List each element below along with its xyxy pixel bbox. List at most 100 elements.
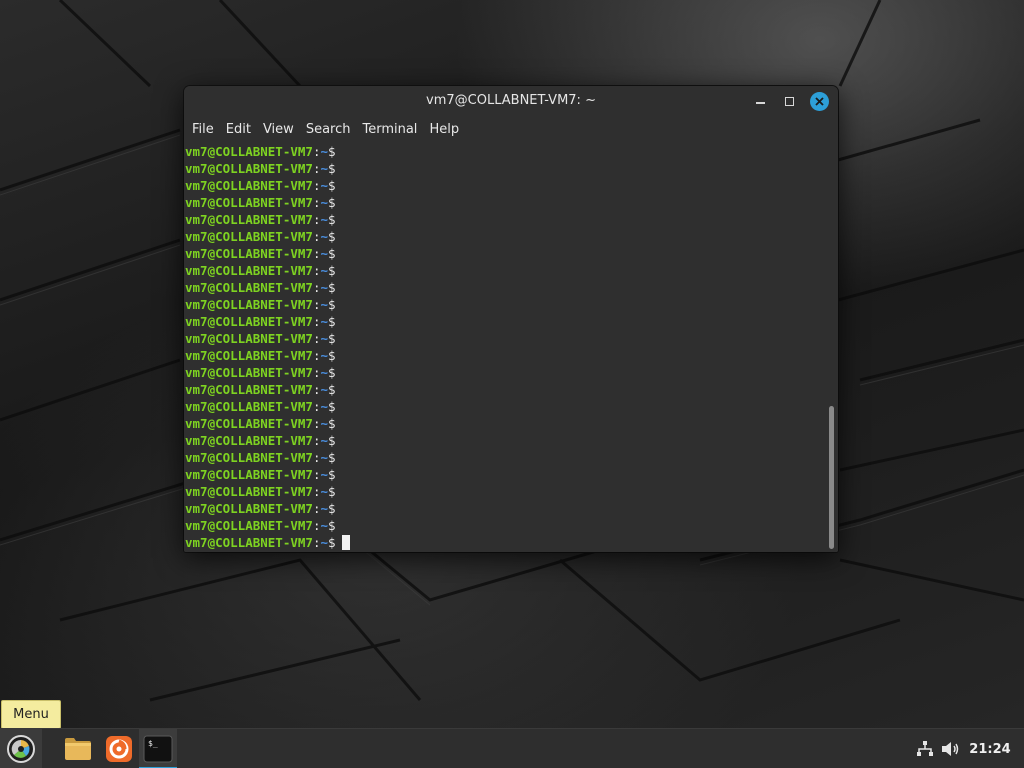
- menu-search[interactable]: Search: [300, 122, 357, 137]
- prompt-symbol: $: [328, 416, 336, 431]
- minimize-icon: [755, 102, 765, 104]
- terminal-line: vm7@COLLABNET-VM7:~$: [185, 296, 350, 313]
- prompt-symbol: $: [328, 178, 336, 193]
- prompt-symbol: $: [328, 399, 336, 414]
- terminal-line: vm7@COLLABNET-VM7:~$: [185, 483, 350, 500]
- terminal-line: vm7@COLLABNET-VM7:~$: [185, 143, 350, 160]
- prompt-user-host: vm7@COLLABNET-VM7: [185, 433, 313, 448]
- prompt-user-host: vm7@COLLABNET-VM7: [185, 365, 313, 380]
- terminal-output[interactable]: vm7@COLLABNET-VM7:~$ vm7@COLLABNET-VM7:~$…: [184, 142, 838, 552]
- window-titlebar[interactable]: vm7@COLLABNET-VM7: ~: [184, 86, 838, 116]
- terminal-window[interactable]: vm7@COLLABNET-VM7: ~ File Edit View Sear…: [184, 86, 838, 552]
- terminal-line: vm7@COLLABNET-VM7:~$: [185, 364, 350, 381]
- menu-help[interactable]: Help: [423, 122, 465, 137]
- prompt-path: ~: [320, 297, 328, 312]
- files-launcher[interactable]: [58, 729, 98, 768]
- terminal-scrollbar[interactable]: [829, 144, 835, 550]
- prompt-symbol: $: [328, 501, 336, 516]
- terminal-line: vm7@COLLABNET-VM7:~$: [185, 381, 350, 398]
- terminal-line: vm7@COLLABNET-VM7:~$: [185, 228, 350, 245]
- prompt-user-host: vm7@COLLABNET-VM7: [185, 229, 313, 244]
- prompt-user-host: vm7@COLLABNET-VM7: [185, 212, 313, 227]
- prompt-user-host: vm7@COLLABNET-VM7: [185, 501, 313, 516]
- terminal-line: vm7@COLLABNET-VM7:~$: [185, 211, 350, 228]
- prompt-symbol: $: [328, 467, 336, 482]
- terminal-line: vm7@COLLABNET-VM7:~$: [185, 177, 350, 194]
- scrollbar-thumb[interactable]: [829, 406, 834, 549]
- volume-tray[interactable]: [941, 729, 961, 768]
- terminal-line: vm7@COLLABNET-VM7:~$: [185, 160, 350, 177]
- taskbar: $_ 21:24: [0, 728, 1024, 768]
- terminal-line: vm7@COLLABNET-VM7:~$: [185, 194, 350, 211]
- terminal-line: vm7@COLLABNET-VM7:~$: [185, 466, 350, 483]
- volume-icon: [942, 742, 959, 756]
- prompt-symbol: $: [328, 144, 336, 159]
- prompt-path: ~: [320, 382, 328, 397]
- prompt-path: ~: [320, 501, 328, 516]
- prompt-user-host: vm7@COLLABNET-VM7: [185, 178, 313, 193]
- menu-edit[interactable]: Edit: [220, 122, 257, 137]
- maximize-icon: [784, 96, 794, 106]
- prompt-path: ~: [320, 161, 328, 176]
- terminal-line: vm7@COLLABNET-VM7:~$: [185, 449, 350, 466]
- terminal-line: vm7@COLLABNET-VM7:~$: [185, 517, 350, 534]
- prompt-user-host: vm7@COLLABNET-VM7: [185, 450, 313, 465]
- prompt-symbol: $: [328, 297, 336, 312]
- prompt-path: ~: [320, 263, 328, 278]
- prompt-path: ~: [320, 518, 328, 533]
- prompt-symbol: $: [328, 314, 336, 329]
- menu-view[interactable]: View: [257, 122, 300, 137]
- window-title: vm7@COLLABNET-VM7: ~: [426, 93, 596, 108]
- prompt-user-host: vm7@COLLABNET-VM7: [185, 144, 313, 159]
- prompt-user-host: vm7@COLLABNET-VM7: [185, 348, 313, 363]
- prompt-path: ~: [320, 212, 328, 227]
- terminal-line: vm7@COLLABNET-VM7:~$: [185, 398, 350, 415]
- svg-text:$_: $_: [148, 739, 158, 748]
- prompt-path: ~: [320, 195, 328, 210]
- prompt-path: ~: [320, 229, 328, 244]
- menu-file[interactable]: File: [186, 122, 220, 137]
- prompt-user-host: vm7@COLLABNET-VM7: [185, 314, 313, 329]
- menubar: File Edit View Search Terminal Help: [184, 116, 838, 142]
- terminal-line: vm7@COLLABNET-VM7:~$: [185, 534, 350, 551]
- prompt-symbol: $: [328, 161, 336, 176]
- prompt-symbol: $: [328, 484, 336, 499]
- terminal-line: vm7@COLLABNET-VM7:~$: [185, 245, 350, 262]
- terminal-line: vm7@COLLABNET-VM7:~$: [185, 279, 350, 296]
- prompt-path: ~: [320, 314, 328, 329]
- prompt-symbol: $: [328, 365, 336, 380]
- prompt-user-host: vm7@COLLABNET-VM7: [185, 161, 313, 176]
- network-tray[interactable]: [916, 729, 934, 768]
- close-icon: [809, 91, 829, 111]
- prompt-path: ~: [320, 416, 328, 431]
- prompt-user-host: vm7@COLLABNET-VM7: [185, 195, 313, 210]
- terminal-line: vm7@COLLABNET-VM7:~$: [185, 415, 350, 432]
- terminal-icon: $_: [143, 735, 173, 763]
- terminal-launcher[interactable]: $_: [139, 729, 177, 768]
- terminal-line: vm7@COLLABNET-VM7:~$: [185, 347, 350, 364]
- minimize-button[interactable]: [750, 91, 770, 111]
- terminal-line: vm7@COLLABNET-VM7:~$: [185, 432, 350, 449]
- prompt-symbol: $: [328, 348, 336, 363]
- menu-terminal[interactable]: Terminal: [356, 122, 423, 137]
- files-folder-icon: [65, 738, 91, 760]
- prompt-path: ~: [320, 450, 328, 465]
- prompt-user-host: vm7@COLLABNET-VM7: [185, 263, 313, 278]
- prompt-path: ~: [320, 535, 328, 550]
- network-icon: [917, 741, 933, 756]
- firefox-launcher[interactable]: [99, 729, 139, 768]
- prompt-symbol: $: [328, 263, 336, 278]
- prompt-path: ~: [320, 331, 328, 346]
- prompt-path: ~: [320, 467, 328, 482]
- prompt-symbol: $: [328, 535, 336, 550]
- close-button[interactable]: [809, 91, 829, 111]
- prompt-user-host: vm7@COLLABNET-VM7: [185, 382, 313, 397]
- prompt-symbol: $: [328, 195, 336, 210]
- prompt-path: ~: [320, 280, 328, 295]
- terminal-line: vm7@COLLABNET-VM7:~$: [185, 262, 350, 279]
- start-menu-button[interactable]: [0, 729, 42, 768]
- clock[interactable]: 21:24: [968, 729, 1012, 768]
- maximize-button[interactable]: [779, 91, 799, 111]
- prompt-user-host: vm7@COLLABNET-VM7: [185, 399, 313, 414]
- linux-mint-menu-icon: [7, 735, 35, 763]
